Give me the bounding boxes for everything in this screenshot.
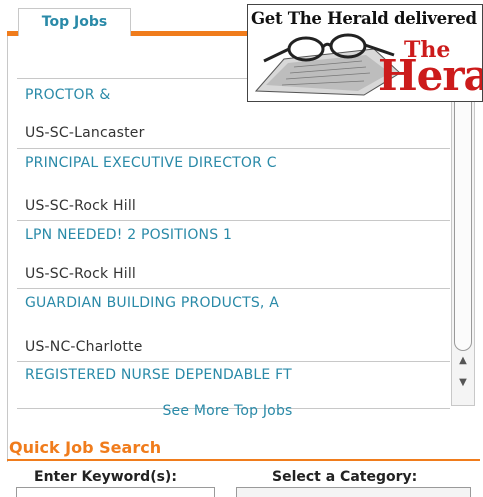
see-more-top-jobs-link[interactable]: See More Top Jobs <box>0 403 455 419</box>
tab-top-jobs[interactable]: Top Jobs <box>18 8 131 36</box>
job-divider <box>17 148 450 149</box>
job-divider <box>17 361 450 362</box>
herald-delivery-ad[interactable]: Get The Herald delivered The Herald <box>247 4 483 102</box>
jobs-scrollbar[interactable]: ▲ ▼ <box>451 80 475 406</box>
job-location: US-SC-Lancaster <box>25 125 145 141</box>
keyword-label: Enter Keyword(s): <box>34 469 177 485</box>
job-title-link[interactable]: PRINCIPAL EXECUTIVE DIRECTOR C <box>25 155 277 171</box>
job-title-link[interactable]: PROCTOR & <box>25 87 110 103</box>
quick-job-search-heading: Quick Job Search <box>9 438 162 457</box>
down-arrow-icon[interactable]: ▼ <box>452 374 474 392</box>
list-top-divider <box>17 78 262 79</box>
job-title-link[interactable]: REGISTERED NURSE DEPENDABLE FT <box>25 367 292 383</box>
keyword-input[interactable] <box>16 487 215 497</box>
job-title-link[interactable]: GUARDIAN BUILDING PRODUCTS, A <box>25 295 279 311</box>
category-select[interactable] <box>236 487 471 497</box>
job-title-link[interactable]: LPN NEEDED! 2 POSITIONS 1 <box>25 227 232 243</box>
scrollbar-thumb[interactable] <box>454 93 472 351</box>
category-label: Select a Category: <box>272 469 418 485</box>
widget-left-border <box>7 32 8 462</box>
job-location: US-SC-Rock Hill <box>25 266 137 282</box>
quick-search-divider <box>7 459 480 461</box>
job-location: US-SC-Rock Hill <box>25 198 137 214</box>
job-divider <box>17 220 450 221</box>
up-arrow-icon[interactable]: ▲ <box>452 352 474 370</box>
job-divider <box>17 288 450 289</box>
job-location: US-NC-Charlotte <box>25 339 143 355</box>
ad-logo-herald: Herald <box>378 51 482 100</box>
ad-headline: Get The Herald delivered <box>251 9 477 28</box>
